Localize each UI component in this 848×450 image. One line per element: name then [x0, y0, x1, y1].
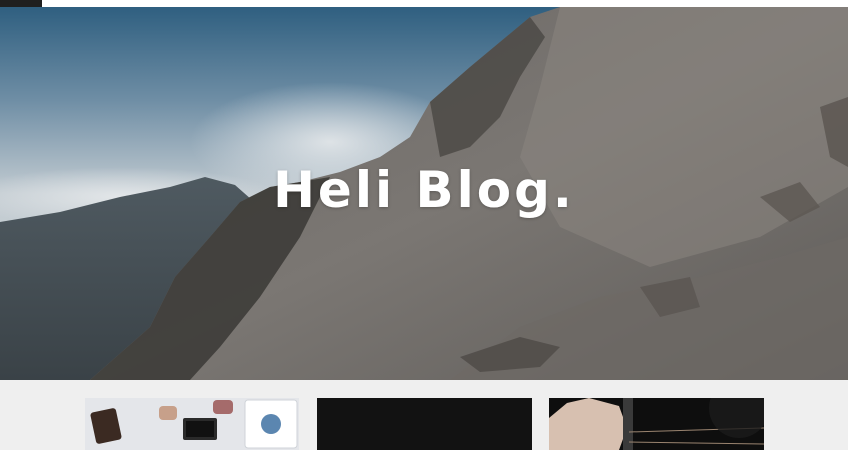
guitar-image — [549, 398, 764, 450]
dark-image — [317, 398, 532, 450]
site-title: Heli Blog. — [273, 161, 575, 219]
post-cards-row — [0, 380, 848, 450]
post-card-thumbnail-3[interactable] — [549, 398, 764, 450]
post-card-thumbnail-1[interactable] — [85, 398, 299, 450]
top-bar — [0, 0, 848, 7]
menu-tab[interactable] — [0, 0, 42, 7]
hero-banner: Heli Blog. — [0, 7, 848, 380]
post-card-thumbnail-2[interactable] — [317, 398, 532, 450]
desk-image — [85, 398, 299, 450]
